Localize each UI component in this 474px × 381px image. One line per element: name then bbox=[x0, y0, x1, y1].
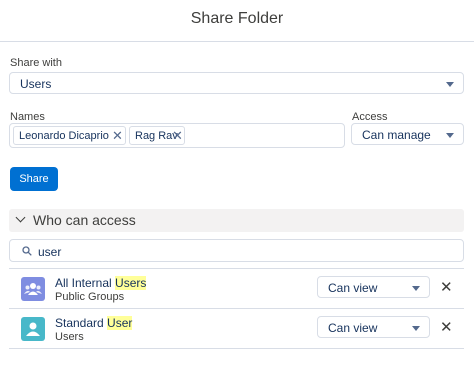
list-item: Standard User Users Can view ✕ bbox=[9, 308, 464, 349]
search-icon bbox=[22, 246, 32, 256]
chevron-down-icon bbox=[446, 133, 454, 138]
share-button[interactable]: Share bbox=[10, 167, 58, 191]
pill-label: Leonardo Dicaprio bbox=[19, 130, 109, 142]
entry-name-text: Standard bbox=[55, 316, 108, 330]
access-value: Can manage bbox=[362, 128, 431, 142]
names-input[interactable]: Leonardo Dicaprio ✕ Rag Rav ✕ bbox=[9, 123, 345, 148]
entry-access-value: Can view bbox=[328, 321, 378, 335]
entry-name: Standard User bbox=[55, 316, 133, 330]
entry-name: All Internal Users bbox=[55, 276, 147, 290]
user-icon bbox=[21, 317, 45, 341]
entry-name-highlight: User bbox=[107, 316, 133, 330]
entry-subtitle: Public Groups bbox=[55, 291, 125, 303]
chevron-down-icon bbox=[15, 212, 26, 223]
entry-access-select[interactable]: Can view bbox=[317, 316, 430, 338]
dialog-header: Share Folder bbox=[0, 0, 474, 42]
search-input[interactable]: user bbox=[9, 239, 464, 262]
close-icon[interactable]: ✕ bbox=[172, 128, 183, 144]
chevron-down-icon bbox=[412, 326, 420, 331]
who-can-access-section[interactable]: Who can access bbox=[9, 209, 464, 232]
entry-access-select[interactable]: Can view bbox=[317, 276, 430, 298]
list-item: All Internal Users Public Groups Can vie… bbox=[9, 268, 464, 308]
entry-access-value: Can view bbox=[328, 281, 378, 295]
share-with-label: Share with bbox=[10, 57, 62, 69]
section-title: Who can access bbox=[33, 212, 136, 228]
chevron-down-icon bbox=[446, 82, 454, 87]
search-value: user bbox=[38, 245, 62, 259]
close-icon[interactable]: ✕ bbox=[440, 278, 453, 296]
access-select[interactable]: Can manage bbox=[351, 123, 464, 145]
close-icon[interactable]: ✕ bbox=[112, 128, 123, 144]
group-icon bbox=[21, 277, 45, 301]
pill-rag-rav: Rag Rav ✕ bbox=[129, 126, 185, 145]
dialog-title: Share Folder bbox=[190, 10, 284, 27]
entry-name-highlight: Users bbox=[115, 276, 147, 290]
access-label: Access bbox=[352, 111, 388, 123]
entry-name-text: All Internal bbox=[55, 276, 116, 290]
share-with-select[interactable]: Users bbox=[9, 72, 464, 94]
chevron-down-icon bbox=[412, 286, 420, 291]
entry-subtitle: Users bbox=[55, 331, 84, 343]
close-icon[interactable]: ✕ bbox=[440, 318, 453, 336]
names-label: Names bbox=[10, 111, 45, 123]
pill-leonardo-dicaprio: Leonardo Dicaprio ✕ bbox=[13, 126, 126, 145]
share-with-value: Users bbox=[20, 77, 52, 91]
